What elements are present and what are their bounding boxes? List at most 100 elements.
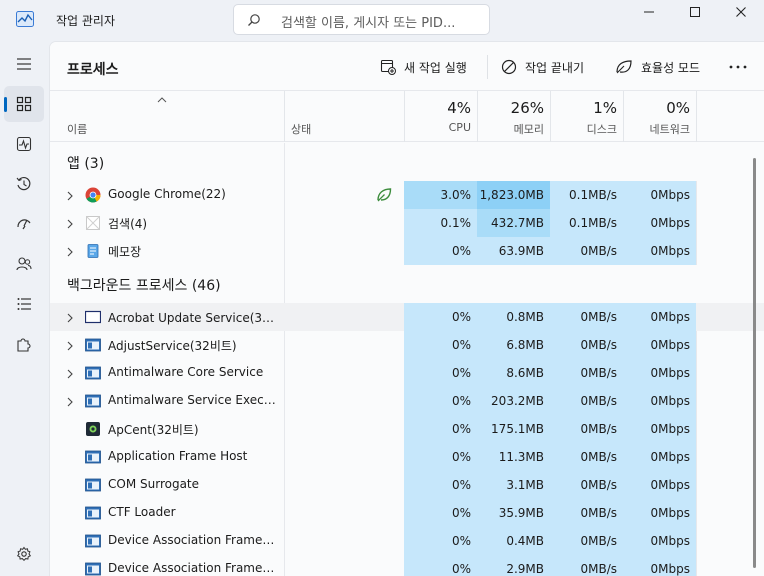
memory-cell: 6.8MB [477,331,550,359]
efficiency-mode-button[interactable]: 효율성 모드 [615,55,700,79]
nav-app-history[interactable] [4,166,44,202]
details-list-icon [17,298,31,310]
column-header: 이름 상태 4% CPU 26% 메모리 1% 디스크 0% 네트워크 [50,91,764,142]
table-row[interactable]: Application Frame Host 0% 11.3MB 0MB/s 0Mbps [50,443,764,471]
apcent-icon [85,421,101,437]
process-name: Antimalware Service Executable [108,393,278,407]
column-status[interactable]: 상태 [291,121,311,137]
minimize-button[interactable] [626,0,672,26]
disk-cell: 0MB/s [550,499,623,527]
table-row[interactable]: Google Chrome(22) 3.0% 1,823.0MB 0.1MB/s 0Mb… [50,181,764,209]
end-task-label: 작업 끝내기 [525,60,585,75]
column-network[interactable]: 네트워크 [650,121,690,137]
chevron-right-icon[interactable] [67,218,73,232]
group-header[interactable]: 백그라운드 프로세스 (46) [50,265,764,303]
memory-cell: 63.9MB [477,237,550,265]
network-cell: 0Mbps [623,181,696,209]
service-icon [85,393,101,409]
chevron-right-icon[interactable] [67,312,73,326]
new-task-button[interactable]: 새 작업 실행 [380,55,467,79]
end-task-icon [501,59,517,75]
cpu-cell: 0% [404,331,477,359]
column-divider [477,91,478,142]
nav-users[interactable] [4,246,44,282]
process-name: COM Surrogate [108,477,200,491]
column-name[interactable]: 이름 [67,121,87,137]
process-name: CTF Loader [108,505,176,519]
table-row[interactable]: ApCent(32비트) 0% 175.1MB 0MB/s 0Mbps [50,415,764,443]
network-cell: 0Mbps [623,471,696,499]
search-input[interactable]: 검색할 이름, 게시자 또는 PID... [281,12,455,31]
table-row[interactable]: Antimalware Core Service 0% 8.6MB 0MB/s 0Mbp… [50,359,764,387]
table-row[interactable]: Device Association Framework Provider Ho… [50,555,764,576]
table-row[interactable]: 메모장 0% 63.9MB 0MB/s 0Mbps [50,237,764,265]
cpu-cell: 0.1% [404,209,477,237]
memory-cell: 432.7MB [477,209,550,237]
nav-processes[interactable] [4,86,44,122]
disk-cell: 0MB/s [550,415,623,443]
chevron-right-icon[interactable] [67,396,73,410]
process-name: Device Association Framework Provider Ho… [108,533,278,547]
table-row[interactable]: 검색(4) 0.1% 432.7MB 0.1MB/s 0Mbps [50,209,764,237]
users-icon [16,257,32,271]
maximize-button[interactable] [672,0,718,26]
new-task-label: 새 작업 실행 [404,60,467,75]
nav-details[interactable] [4,286,44,322]
chevron-right-icon[interactable] [67,368,73,382]
column-divider [284,91,285,142]
performance-chart-icon [16,136,32,152]
cpu-cell: 3.0% [404,181,477,209]
end-task-button[interactable]: 작업 끝내기 [501,55,584,79]
nav-services[interactable] [4,326,44,362]
chevron-right-icon[interactable] [67,340,73,354]
processes-panel: 프로세스 새 작업 실행 작업 끝내기 효율성 모드 이름 상태 4% CPU … [49,41,764,576]
group-header[interactable]: 앱 (3) [50,143,764,181]
service-icon [85,449,101,465]
network-cell: 0Mbps [623,237,696,265]
acrobat-window-icon [84,309,102,325]
more-options-icon[interactable] [729,65,747,69]
cpu-total[interactable]: 4% [447,99,471,117]
memory-cell: 203.2MB [477,387,550,415]
table-row[interactable]: Antimalware Service Executable0%203.2MB0… [50,387,764,415]
network-total[interactable]: 0% [666,99,690,117]
process-name: ApCent(32비트) [108,423,199,437]
cpu-cell: 0% [404,555,477,576]
nav-performance[interactable] [4,126,44,162]
column-memory[interactable]: 메모리 [514,121,544,137]
chevron-right-icon[interactable] [67,246,73,260]
disk-total[interactable]: 1% [593,99,617,117]
cpu-cell: 0% [404,499,477,527]
chevron-right-icon[interactable] [67,190,73,204]
memory-cell: 2.9MB [477,555,550,576]
network-cell: 0Mbps [623,359,696,387]
network-cell: 0Mbps [623,555,696,576]
maximize-icon [690,7,700,17]
nav-menu-button[interactable] [4,46,44,82]
column-cpu[interactable]: CPU [449,121,471,134]
nav-startup-apps[interactable] [4,206,44,242]
search-box[interactable]: 검색할 이름, 게시자 또는 PID... [233,4,490,35]
table-row[interactable]: Acrobat Update Service(32비트) 0% 0.8MB 0MB/s… [50,303,764,331]
disk-cell: 0MB/s [550,303,623,331]
cpu-cell: 0% [404,415,477,443]
table-row[interactable]: COM Surrogate 0% 3.1MB 0MB/s 0Mbps [50,471,764,499]
column-disk[interactable]: 디스크 [587,121,617,137]
disk-cell: 0MB/s [550,527,623,555]
network-cell: 0Mbps [623,527,696,555]
close-button[interactable] [718,0,764,26]
cpu-cell: 0% [404,237,477,265]
scrollbar[interactable] [753,158,756,568]
table-row[interactable]: CTF Loader 0% 35.9MB 0MB/s 0Mbps [50,499,764,527]
cpu-cell: 0% [404,303,477,331]
left-nav [0,40,48,576]
nav-settings[interactable] [4,536,44,572]
disk-cell: 0MB/s [550,387,623,415]
table-row[interactable]: AdjustService(32비트) 0% 6.8MB 0MB/s 0Mbps [50,331,764,359]
network-cell: 0Mbps [623,387,696,415]
table-row[interactable]: Device Association Framework Provider Ho… [50,527,764,555]
minimize-icon [644,11,654,13]
cpu-cell: 0% [404,443,477,471]
process-name: Application Frame Host [108,449,248,463]
memory-total[interactable]: 26% [511,99,544,117]
